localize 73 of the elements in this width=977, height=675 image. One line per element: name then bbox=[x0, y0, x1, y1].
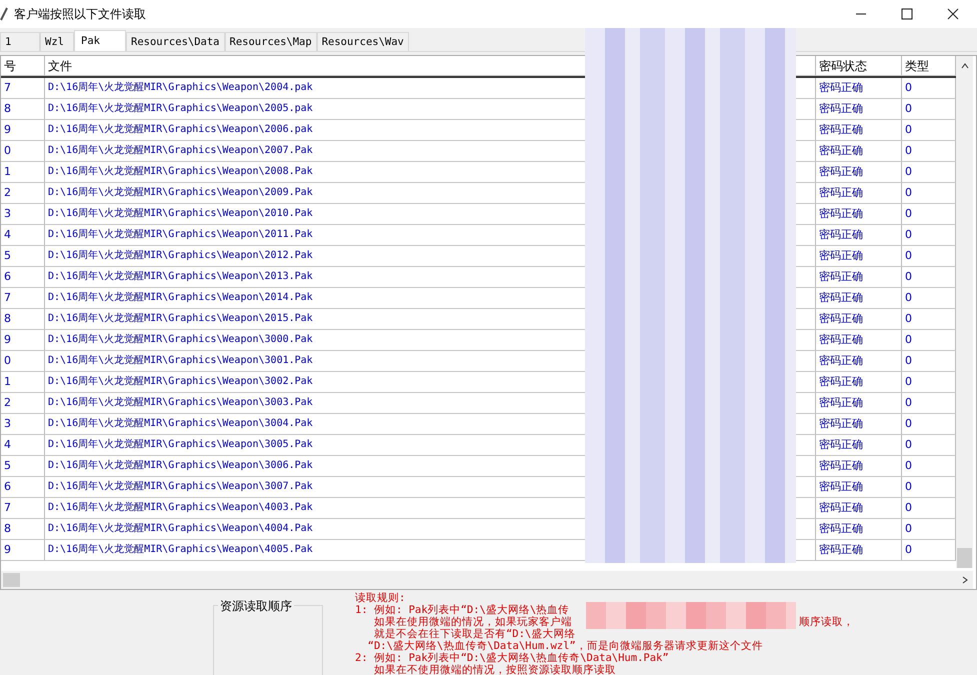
table-cell: 密码正确 bbox=[816, 456, 902, 477]
rule-text: 就是不会在往下读取是否有“D:\盛大网络 bbox=[372, 628, 576, 640]
vertical-scrollbar[interactable] bbox=[956, 56, 973, 568]
table-cell: 7 bbox=[1, 498, 45, 519]
rule-text: 如果在不使用微端的情况，按照资源读取顺序读取 bbox=[372, 664, 616, 675]
table-cell: 密码正确 bbox=[816, 498, 902, 519]
table-cell: 1 bbox=[1, 372, 45, 393]
table-cell: 0 bbox=[1, 351, 45, 372]
table-cell: 7 bbox=[1, 288, 45, 309]
table-cell: 9 bbox=[1, 120, 45, 141]
table-cell: 密码正确 bbox=[816, 246, 902, 267]
chevron-right-icon[interactable] bbox=[961, 576, 969, 584]
table-cell: 1 bbox=[1, 162, 45, 183]
tab[interactable]: Resources\Map bbox=[224, 32, 317, 51]
tab[interactable]: Pak bbox=[74, 30, 126, 51]
table-cell: 8 bbox=[1, 309, 45, 330]
horizontal-scrollbar[interactable] bbox=[1, 571, 973, 589]
column-header[interactable]: 号 bbox=[1, 56, 45, 76]
rule-text: 顺序读取， bbox=[799, 616, 854, 628]
close-icon[interactable] bbox=[947, 8, 959, 20]
rule-text: 1: 例如: Pak列表中“D:\盛大网络\热血传 bbox=[355, 604, 570, 616]
table-cell: 6 bbox=[1, 477, 45, 498]
table-cell: 密码正确 bbox=[816, 99, 902, 120]
table-cell: 密码正确 bbox=[816, 540, 902, 561]
rule-text: 2: 例如: Pak列表中“D:\盛大网络\热血传奇\Data\Hum.Pak” bbox=[355, 652, 669, 664]
table-cell: 9 bbox=[1, 330, 45, 351]
table-cell: 9 bbox=[1, 540, 45, 561]
table-cell: 密码正确 bbox=[816, 477, 902, 498]
table-cell: 7 bbox=[1, 78, 45, 99]
table-cell: 密码正确 bbox=[816, 78, 902, 99]
maximize-icon[interactable] bbox=[901, 8, 913, 20]
table-cell: 2 bbox=[1, 183, 45, 204]
chevron-up-icon[interactable] bbox=[960, 62, 968, 70]
scrollbar-thumb[interactable] bbox=[3, 573, 20, 587]
table-cell: 6 bbox=[1, 267, 45, 288]
column-header[interactable]: 密码状态 bbox=[816, 56, 902, 76]
table-cell: 密码正确 bbox=[816, 372, 902, 393]
table-cell: 密码正确 bbox=[816, 519, 902, 540]
table-cell: 密码正确 bbox=[816, 309, 902, 330]
rule-text: “D:\盛大网络\热血传奇\Data\Hum.wzl”，而是向微端服务器请求更新这个文件 bbox=[366, 640, 763, 652]
tab[interactable]: Resources\Data bbox=[126, 32, 225, 51]
table-cell: 密码正确 bbox=[816, 225, 902, 246]
table-cell: 密码正确 bbox=[816, 162, 902, 183]
table-cell: 密码正确 bbox=[816, 435, 902, 456]
table-cell: 4 bbox=[1, 225, 45, 246]
table-cell: 5 bbox=[1, 456, 45, 477]
table-cell: 密码正确 bbox=[816, 393, 902, 414]
app-icon bbox=[0, 7, 8, 21]
window-title: 客户端按照以下文件读取 bbox=[14, 6, 146, 22]
table-cell: 密码正确 bbox=[816, 288, 902, 309]
table-cell: 3 bbox=[1, 204, 45, 225]
table-cell: 8 bbox=[1, 99, 45, 120]
tab[interactable]: Wzl bbox=[40, 32, 74, 51]
group-title: 资源读取顺序 bbox=[218, 598, 294, 615]
rules-heading: 读取规则: bbox=[355, 592, 406, 604]
tab[interactable]: 1 bbox=[0, 32, 40, 51]
table-cell: 密码正确 bbox=[816, 183, 902, 204]
table-cell: 0 bbox=[1, 141, 45, 162]
rule-text: 如果在使用微端的情况，如果玩家客户端 bbox=[372, 616, 572, 628]
table-cell: 密码正确 bbox=[816, 204, 902, 225]
table-cell: 密码正确 bbox=[816, 351, 902, 372]
table-cell: 密码正确 bbox=[816, 267, 902, 288]
table-cell: 密码正确 bbox=[816, 414, 902, 435]
table-cell: 密码正确 bbox=[816, 141, 902, 162]
scrollbar-thumb[interactable] bbox=[957, 548, 972, 568]
table-cell: 密码正确 bbox=[816, 330, 902, 351]
table-cell: 5 bbox=[1, 246, 45, 267]
table-cell: 4 bbox=[1, 435, 45, 456]
table-cell: 2 bbox=[1, 393, 45, 414]
table-cell: 3 bbox=[1, 414, 45, 435]
tab[interactable]: Resources\Wav bbox=[316, 32, 409, 51]
table-cell: 密码正确 bbox=[816, 120, 902, 141]
table-cell: 8 bbox=[1, 519, 45, 540]
